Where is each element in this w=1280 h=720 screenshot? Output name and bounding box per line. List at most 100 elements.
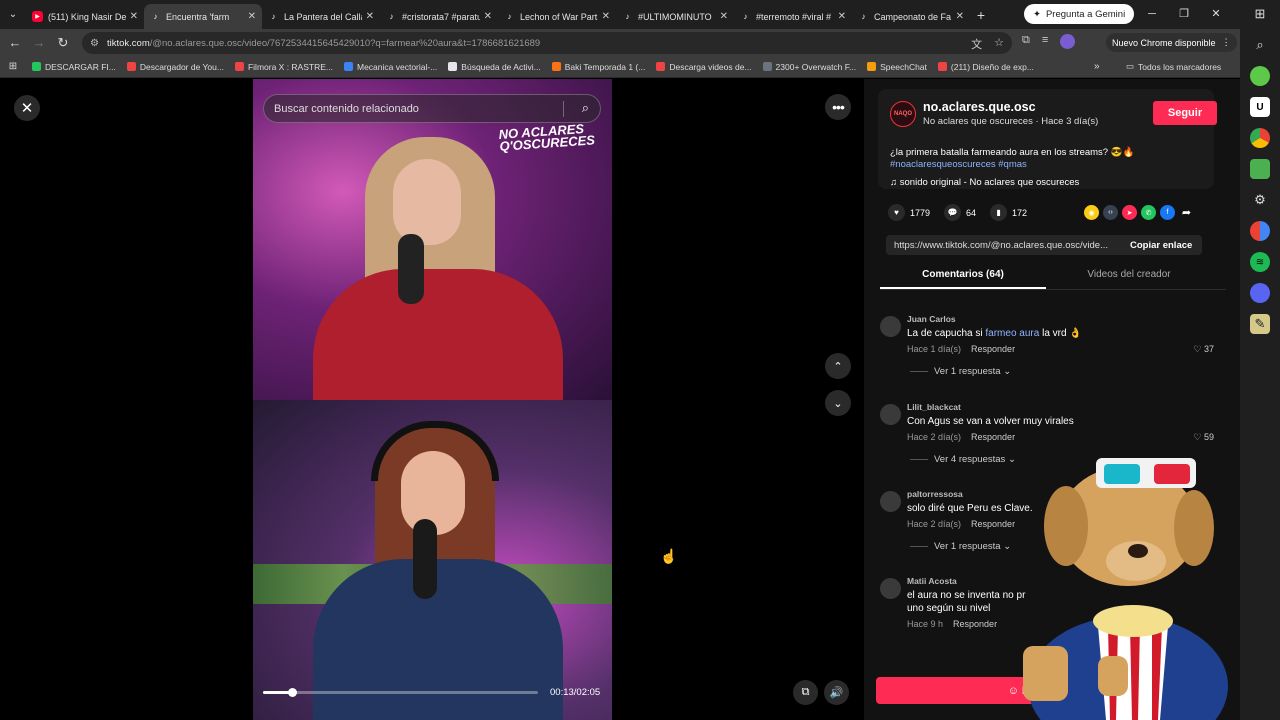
commenter-name[interactable]: Lilit_blackcat (907, 402, 961, 412)
chrome-icon[interactable] (1250, 128, 1270, 148)
kebab-menu-icon[interactable]: ⋮ (1222, 37, 1231, 48)
bookmark-item[interactable]: Baki Temporada 1 (... (551, 62, 645, 72)
close-window-icon[interactable]: ✕ (1200, 0, 1232, 29)
close-tab-icon[interactable]: ✕ (838, 11, 846, 22)
coin-share-icon[interactable]: ◉ (1084, 205, 1099, 220)
all-bookmarks[interactable]: ▭ Todos los marcadores (1126, 61, 1221, 72)
settings-icon[interactable]: ⚙ (1250, 190, 1270, 210)
commenter-name[interactable]: paltorressosa (907, 489, 963, 499)
close-tab-icon[interactable]: ✕ (602, 11, 610, 22)
browser-tab[interactable]: ♪ Lechon of War Part ✕ (498, 4, 616, 29)
close-tab-icon[interactable]: ✕ (484, 11, 492, 22)
commenter-avatar[interactable] (880, 491, 901, 512)
apps-icon[interactable]: ⊞ (0, 61, 26, 72)
browser-tab[interactable]: ♪ #terremoto #viral # ✕ (734, 4, 852, 29)
bookmark-item[interactable]: Filmora X : RASTRE... (234, 62, 333, 72)
browser-tab[interactable]: ♪ Encuentra 'farm ✕ (144, 4, 262, 29)
whatsapp-icon[interactable]: ✆ (1141, 205, 1156, 220)
tab-creator-videos[interactable]: Videos del creador (1046, 265, 1212, 289)
next-video-icon[interactable]: ⌄ (825, 390, 851, 416)
android-icon[interactable] (1250, 66, 1270, 86)
embed-icon[interactable]: ‹› (1103, 205, 1118, 220)
close-tab-icon[interactable]: ✕ (130, 11, 138, 22)
creator-username[interactable]: no.aclares.que.osc (923, 100, 1036, 114)
browser-tab[interactable]: ♪ Campeonato de Fa ✕ (852, 4, 970, 29)
money-icon[interactable] (1250, 159, 1270, 179)
search-highlight[interactable]: farmeo aura (985, 328, 1039, 339)
close-tab-icon[interactable]: ✕ (956, 11, 964, 22)
windows-icon[interactable]: ⊞ (1250, 4, 1270, 24)
search-icon[interactable]: ⌕ (582, 100, 589, 116)
media-icon[interactable]: ≡ (1042, 34, 1048, 49)
bookmark-star-icon[interactable]: ☆ (994, 36, 1004, 52)
related-search-input[interactable]: Buscar contenido relacionado ⌕ (263, 94, 601, 123)
share-url[interactable]: https://www.tiktok.com/@no.aclares.que.o… (886, 240, 1122, 251)
video-progress-bar[interactable] (263, 688, 538, 697)
reload-icon[interactable]: ↻ (51, 35, 75, 51)
bookmark-item[interactable]: (211) Diseño de exp... (937, 62, 1034, 72)
ublock-icon[interactable]: U (1250, 97, 1270, 117)
tab-search-button[interactable]: ⌄ (0, 0, 26, 29)
pen-app-icon[interactable]: ✎ (1250, 314, 1270, 334)
profile-avatar[interactable] (1060, 34, 1076, 49)
more-options-icon[interactable]: ••• (825, 94, 851, 120)
close-tab-icon[interactable]: ✕ (720, 11, 728, 22)
bookmark-item[interactable]: Descargador de You... (126, 62, 224, 72)
new-tab-button[interactable]: + (970, 7, 992, 23)
restore-icon[interactable]: ❐ (1168, 0, 1200, 29)
translate-icon[interactable]: 文 (971, 36, 982, 52)
save-button[interactable]: ▮ 172 (990, 204, 1027, 221)
login-button[interactable]: ☺ Iniciar sesión (876, 677, 1224, 704)
forward-share-icon[interactable]: ➦ (1179, 205, 1194, 220)
browser-tab[interactable]: ♪ La Pantera del Callao ✕ (262, 4, 380, 29)
reply-button[interactable]: Responder (971, 519, 1015, 529)
forward-icon[interactable]: → (27, 35, 51, 50)
minimize-icon[interactable]: ─ (1136, 0, 1168, 29)
progress-handle[interactable] (287, 688, 297, 697)
close-tab-icon[interactable]: ✕ (248, 11, 256, 22)
commenter-avatar[interactable] (880, 404, 901, 425)
chrome-canary-icon[interactable] (1250, 221, 1270, 241)
view-replies-button[interactable]: Ver 1 respuesta ⌄ (910, 541, 1011, 552)
gemini-button[interactable]: ✦ Pregunta a Gemini (1024, 4, 1135, 24)
commenter-name[interactable]: Matii Acosta (907, 576, 957, 586)
close-icon[interactable]: ✕ (14, 95, 40, 121)
sound-row[interactable]: ♫ sonido original - No aclares que oscur… (890, 177, 1079, 188)
send-icon[interactable]: ➤ (1122, 205, 1137, 220)
commenter-name[interactable]: Juan Carlos (907, 314, 956, 324)
bookmark-item[interactable]: SpeechChat (867, 62, 927, 72)
bookmark-item[interactable]: 2300+ Overwatch F... (762, 62, 856, 72)
view-replies-button[interactable]: Ver 1 respuesta ⌄ (910, 366, 1011, 377)
comment-like-button[interactable]: ♡ 59 (1193, 432, 1214, 443)
volume-icon[interactable]: 🔊 (824, 680, 849, 705)
browser-tab[interactable]: ♪ #ULTIMOMINUTO ✕ (616, 4, 734, 29)
comment-like-button[interactable]: ♡ 37 (1193, 344, 1214, 355)
chrome-update-button[interactable]: Nuevo Chrome disponible ⋮ (1106, 33, 1237, 52)
discord-icon[interactable] (1250, 283, 1270, 303)
spotify-icon[interactable]: ≋ (1250, 252, 1270, 272)
video-player[interactable]: NO ACLARES Q'OSCURECES Buscar contenido … (253, 79, 612, 720)
commenter-avatar[interactable] (880, 578, 901, 599)
like-button[interactable]: ♥ 1779 (888, 204, 930, 221)
bookmark-item[interactable]: Mecanica vectorial-... (343, 62, 437, 72)
address-bar[interactable]: ⚙ tiktok.com/@no.aclares.que.osc/video/7… (82, 32, 1012, 54)
floating-player-icon[interactable]: ⧉ (793, 680, 818, 705)
reply-button[interactable]: Responder (971, 344, 1015, 354)
creator-avatar[interactable]: NAQO (890, 101, 916, 127)
more-bookmarks-icon[interactable]: » (1094, 61, 1100, 72)
close-tab-icon[interactable]: ✕ (366, 11, 374, 22)
search-icon[interactable]: ⌕ (1250, 35, 1270, 55)
tab-comments[interactable]: Comentarios (64) (880, 265, 1046, 289)
bookmark-item[interactable]: DESCARGAR FI... (32, 62, 116, 72)
comment-button[interactable]: 💬 64 (944, 204, 976, 221)
reply-button[interactable]: Responder (953, 619, 997, 629)
previous-video-icon[interactable]: ⌃ (825, 353, 851, 379)
follow-button[interactable]: Seguir (1153, 101, 1217, 125)
back-icon[interactable]: ← (3, 35, 27, 50)
site-info-icon[interactable]: ⚙ (90, 38, 99, 49)
hashtags[interactable]: #noaclaresqueoscureces #qmas (890, 159, 1027, 170)
facebook-icon[interactable]: f (1160, 205, 1175, 220)
extensions-icon[interactable]: ⧉ (1022, 34, 1030, 49)
reply-button[interactable]: Responder (971, 432, 1015, 442)
bookmark-item[interactable]: Búsqueda de Activi... (448, 62, 541, 72)
